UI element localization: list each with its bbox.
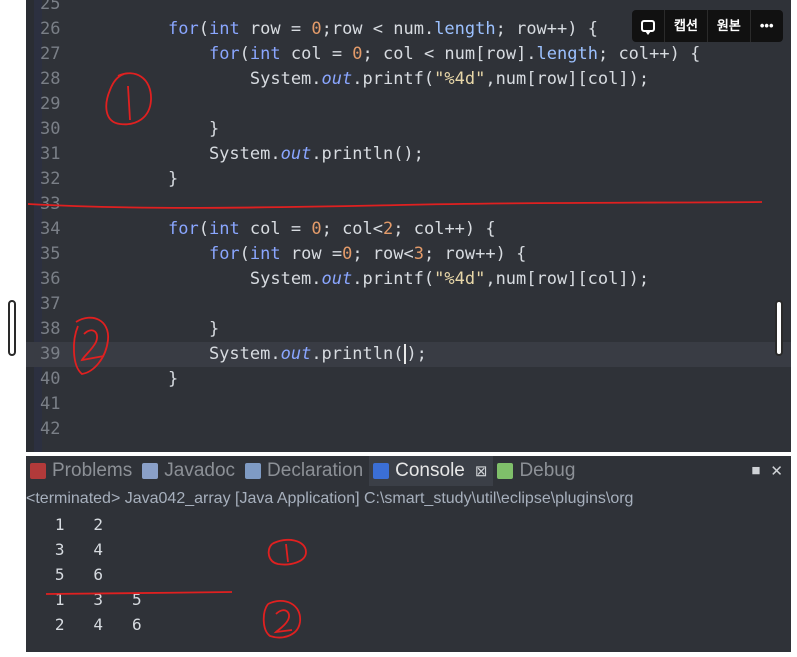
code-text: } [168,169,179,189]
console-panel: Problems Javadoc Declaration Console ⊠ Debug … [26,456,791,652]
console-output[interactable]: 1 2 3 4 5 6 1 3 5 2 4 6 [26,512,791,637]
text-caret [404,344,407,364]
code-line[interactable]: 31 System.out.println(); [26,142,791,167]
line-number: 40 [40,369,61,389]
line-number: 26 [40,19,61,39]
code-line[interactable]: 38 } [26,317,791,342]
line-number: 39 [40,344,61,364]
code-text: for(int col = 0; col<2; col++) { [168,219,496,239]
code-text: for(int col = 0; col < num[row].length; … [208,44,701,64]
line-number: 36 [40,269,61,289]
line-number: 28 [40,69,61,89]
line-number: 34 [40,219,61,239]
code-text: System.out.println(); [168,344,427,364]
code-line[interactable]: 40} [26,367,791,392]
line-number: 27 [40,44,61,64]
console-output-line: 1 2 [26,515,104,534]
code-line[interactable]: 30 } [26,117,791,142]
tab-console[interactable]: Console ⊠ [369,456,494,486]
code-line[interactable]: 28 System.out.printf("%4d",num[row][col]… [26,67,791,92]
code-line[interactable]: 42 [26,417,791,442]
line-number: 41 [40,394,61,414]
debug-icon [497,463,514,479]
line-number: 25 [40,0,61,14]
code-text: for(int row =0; row<3; row++) { [208,244,527,264]
line-number: 30 [40,119,61,139]
code-line[interactable]: 41 [26,392,791,417]
panel-window-controls: ■ ✕ [751,462,783,480]
screenshot-frame: 25 26 for(int row = 0;row < num.length; ro… [0,0,797,657]
code-line[interactable]: 36 System.out.printf("%4d",num[row][col]… [26,267,791,292]
tab-declaration[interactable]: Declaration [241,456,369,486]
line-number: 35 [40,244,61,264]
code-text: } [168,119,220,139]
left-side-handle[interactable] [8,300,16,356]
tab-label: Console [395,460,465,481]
console-output-line: 5 6 [26,565,104,584]
original-button[interactable]: 원본 [708,10,751,42]
javadoc-icon [142,463,159,479]
tab-label: Problems [52,460,133,481]
right-side-handle[interactable] [775,300,783,356]
console-output-line: 2 4 6 [26,615,142,634]
tab-problems[interactable]: Problems [26,456,138,486]
caption-button[interactable]: 캡션 [665,10,708,42]
code-line[interactable]: 27 for(int col = 0; col < num[row].lengt… [26,42,791,67]
code-line[interactable]: 33 [26,192,791,217]
console-icon [373,463,390,479]
code-text: System.out.printf("%4d",num[row][col]); [168,269,650,289]
close-tab-icon[interactable]: ⊠ [475,462,488,480]
tab-label: Declaration [267,460,364,481]
speech-bubble-icon [641,20,655,35]
console-output-line: 3 4 [26,540,104,559]
code-text: } [168,369,179,389]
console-output-line: 1 3 5 [26,590,142,609]
tab-javadoc[interactable]: Javadoc [138,456,241,486]
code-line[interactable]: 32} [26,167,791,192]
line-number: 29 [40,94,61,114]
tab-debug[interactable]: Debug [493,456,581,486]
console-status: <terminated> Java042_array [Java Applica… [26,490,634,507]
line-number: 42 [40,419,61,439]
image-overlay-toolbar: 캡션 원본 ••• [632,10,783,42]
code-line[interactable]: 35 for(int row =0; row<3; row++) { [26,242,791,267]
code-text: } [168,319,220,339]
code-text: for(int row = 0;row < num.length; row++)… [168,19,598,39]
code-line[interactable]: 37 [26,292,791,317]
panel-tabs: Problems Javadoc Declaration Console ⊠ Debug [26,456,791,486]
line-number: 32 [40,169,61,189]
problems-icon [30,463,46,479]
code-text: System.out.printf("%4d",num[row][col]); [168,69,650,89]
code-line[interactable]: 29 [26,92,791,117]
declaration-icon [245,463,262,479]
code-editor[interactable]: 25 26 for(int row = 0;row < num.length; ro… [26,0,791,452]
code-text: System.out.println(); [168,144,424,164]
code-line[interactable]: 39 System.out.println(); [26,342,791,367]
line-number: 31 [40,144,61,164]
line-number: 38 [40,319,61,339]
line-number: 33 [40,194,61,214]
line-number: 37 [40,294,61,314]
comment-button[interactable] [632,10,665,42]
tab-label: Javadoc [164,460,236,481]
code-line[interactable]: 34 for(int col = 0; col<2; col++) { [26,217,791,242]
minimize-view-icon[interactable]: ■ [751,462,760,480]
close-view-icon[interactable]: ✕ [770,462,783,480]
tab-label: Debug [519,460,576,481]
more-options-button[interactable]: ••• [751,10,783,42]
